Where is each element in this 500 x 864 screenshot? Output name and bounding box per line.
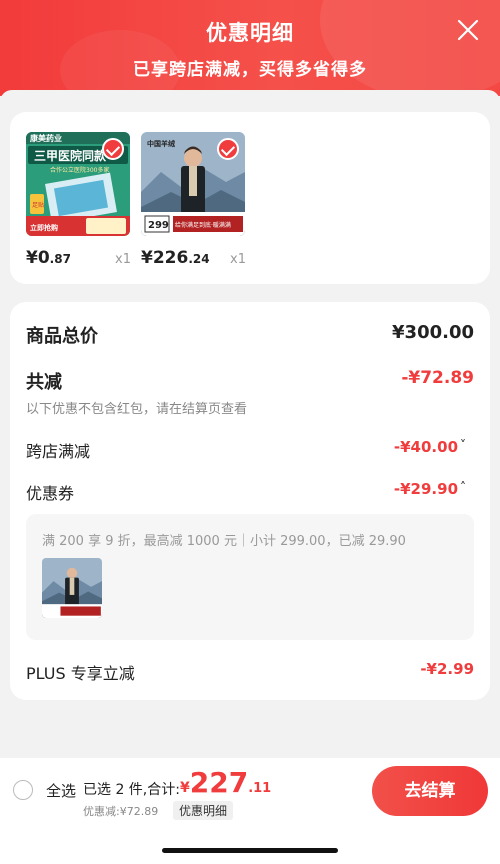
discount-summary-card: 商品总价 ¥300.00 共减 -¥72.89 以下优惠不包含红包，请在结算页查… (10, 302, 490, 700)
discount-label: 共减 (26, 372, 62, 393)
promo-text: 给你满足到底·暖满满 (175, 221, 231, 229)
total-price-value: ¥300.00 (392, 322, 474, 343)
product-quantity: x1 (115, 252, 131, 267)
products-card: 康美药业 三甲医院同款 合作公立医院300多家 足贴 立即抢购 ¥0.87 x1 (10, 112, 490, 284)
plus-discount-label: PLUS 专享立减 (26, 664, 135, 683)
close-button[interactable] (454, 16, 482, 44)
price-tag-text: 299 (148, 220, 169, 231)
sub-text: 合作公立医院300多家 (50, 166, 109, 174)
product-price: ¥226.24 (141, 248, 210, 268)
total-price-label: 商品总价 (26, 326, 98, 347)
close-icon[interactable] (454, 16, 482, 44)
brand-text: 中国羊绒 (147, 139, 175, 148)
discount-note: 以下优惠不包含红包，请在结算页查看 (26, 402, 248, 417)
saved-amount: 优惠减:¥72.89 (83, 805, 159, 818)
chevron-down-icon[interactable]: ˅ (460, 438, 474, 458)
product-price: ¥0.87 (26, 248, 71, 268)
total-price-row: 商品总价 ¥300.00 (26, 322, 474, 348)
select-all-label[interactable]: 全选 (46, 780, 76, 801)
checkout-button[interactable]: 去结算 (372, 766, 488, 816)
selected-count: 已选 2 件,合计: (83, 782, 180, 798)
discount-detail-button[interactable]: 优惠明细 (173, 801, 234, 820)
total-amount: ¥227.11 (180, 766, 272, 799)
product-quantity: x1 (230, 252, 246, 267)
cross-store-label: 跨店满减 (26, 442, 91, 461)
cross-store-row[interactable]: 跨店满减 -¥40.00 ˅ (26, 438, 474, 461)
coupon-product-thumb (42, 558, 102, 618)
coupon-detail-panel: 满 200 享 9 折，最高减 1000 元｜小计 299.00，已减 29.9… (26, 514, 474, 640)
coupon-product-image (42, 558, 102, 618)
plus-discount-value: -¥2.99 (420, 660, 474, 678)
discount-value: -¥72.89 (401, 368, 474, 388)
price-row: ¥226.24 x1 (141, 248, 261, 270)
select-all-checkbox[interactable] (13, 780, 33, 800)
tag-text: 足贴 (32, 201, 44, 209)
product-image[interactable]: 中国羊绒 299 给你满足到底·暖满满 (141, 132, 245, 236)
chevron-up-icon[interactable]: ˄ (460, 480, 474, 500)
page-title: 优惠明细 (206, 21, 294, 45)
discount-row: 共减 -¥72.89 (26, 368, 474, 394)
home-indicator (162, 848, 338, 853)
coupon-row[interactable]: 优惠券 -¥29.90 ˄ (26, 480, 474, 503)
cross-store-value: -¥40.00 (393, 438, 458, 456)
price-row: ¥0.87 x1 (26, 248, 146, 270)
coupon-description: 满 200 享 9 折，最高减 1000 元｜小计 299.00，已减 29.9… (42, 534, 406, 549)
page-subtitle: 已享跨店满减，买得多省得多 (133, 60, 367, 80)
promo-text: 立即抢购 (30, 223, 58, 232)
product-image[interactable]: 康美药业 三甲医院同款 合作公立医院300多家 足贴 立即抢购 (26, 132, 130, 236)
headline-text: 三甲医院同款 (34, 148, 107, 163)
selected-check-icon[interactable] (102, 138, 124, 160)
coupon-value: -¥29.90 (393, 480, 458, 498)
header-decoration (320, 0, 500, 96)
coupon-label: 优惠券 (26, 484, 75, 503)
product-item[interactable]: 康美药业 三甲医院同款 合作公立医院300多家 足贴 立即抢购 ¥0.87 x1 (26, 132, 131, 268)
product-item[interactable]: 中国羊绒 299 给你满足到底·暖满满 ¥226.24 x1 (141, 132, 246, 268)
brand-text: 康美药业 (30, 133, 62, 143)
plus-discount-row: PLUS 专享立减 -¥2.99 (26, 660, 474, 683)
header: 优惠明细 已享跨店满减，买得多省得多 (0, 0, 500, 96)
selected-check-icon[interactable] (217, 138, 239, 160)
